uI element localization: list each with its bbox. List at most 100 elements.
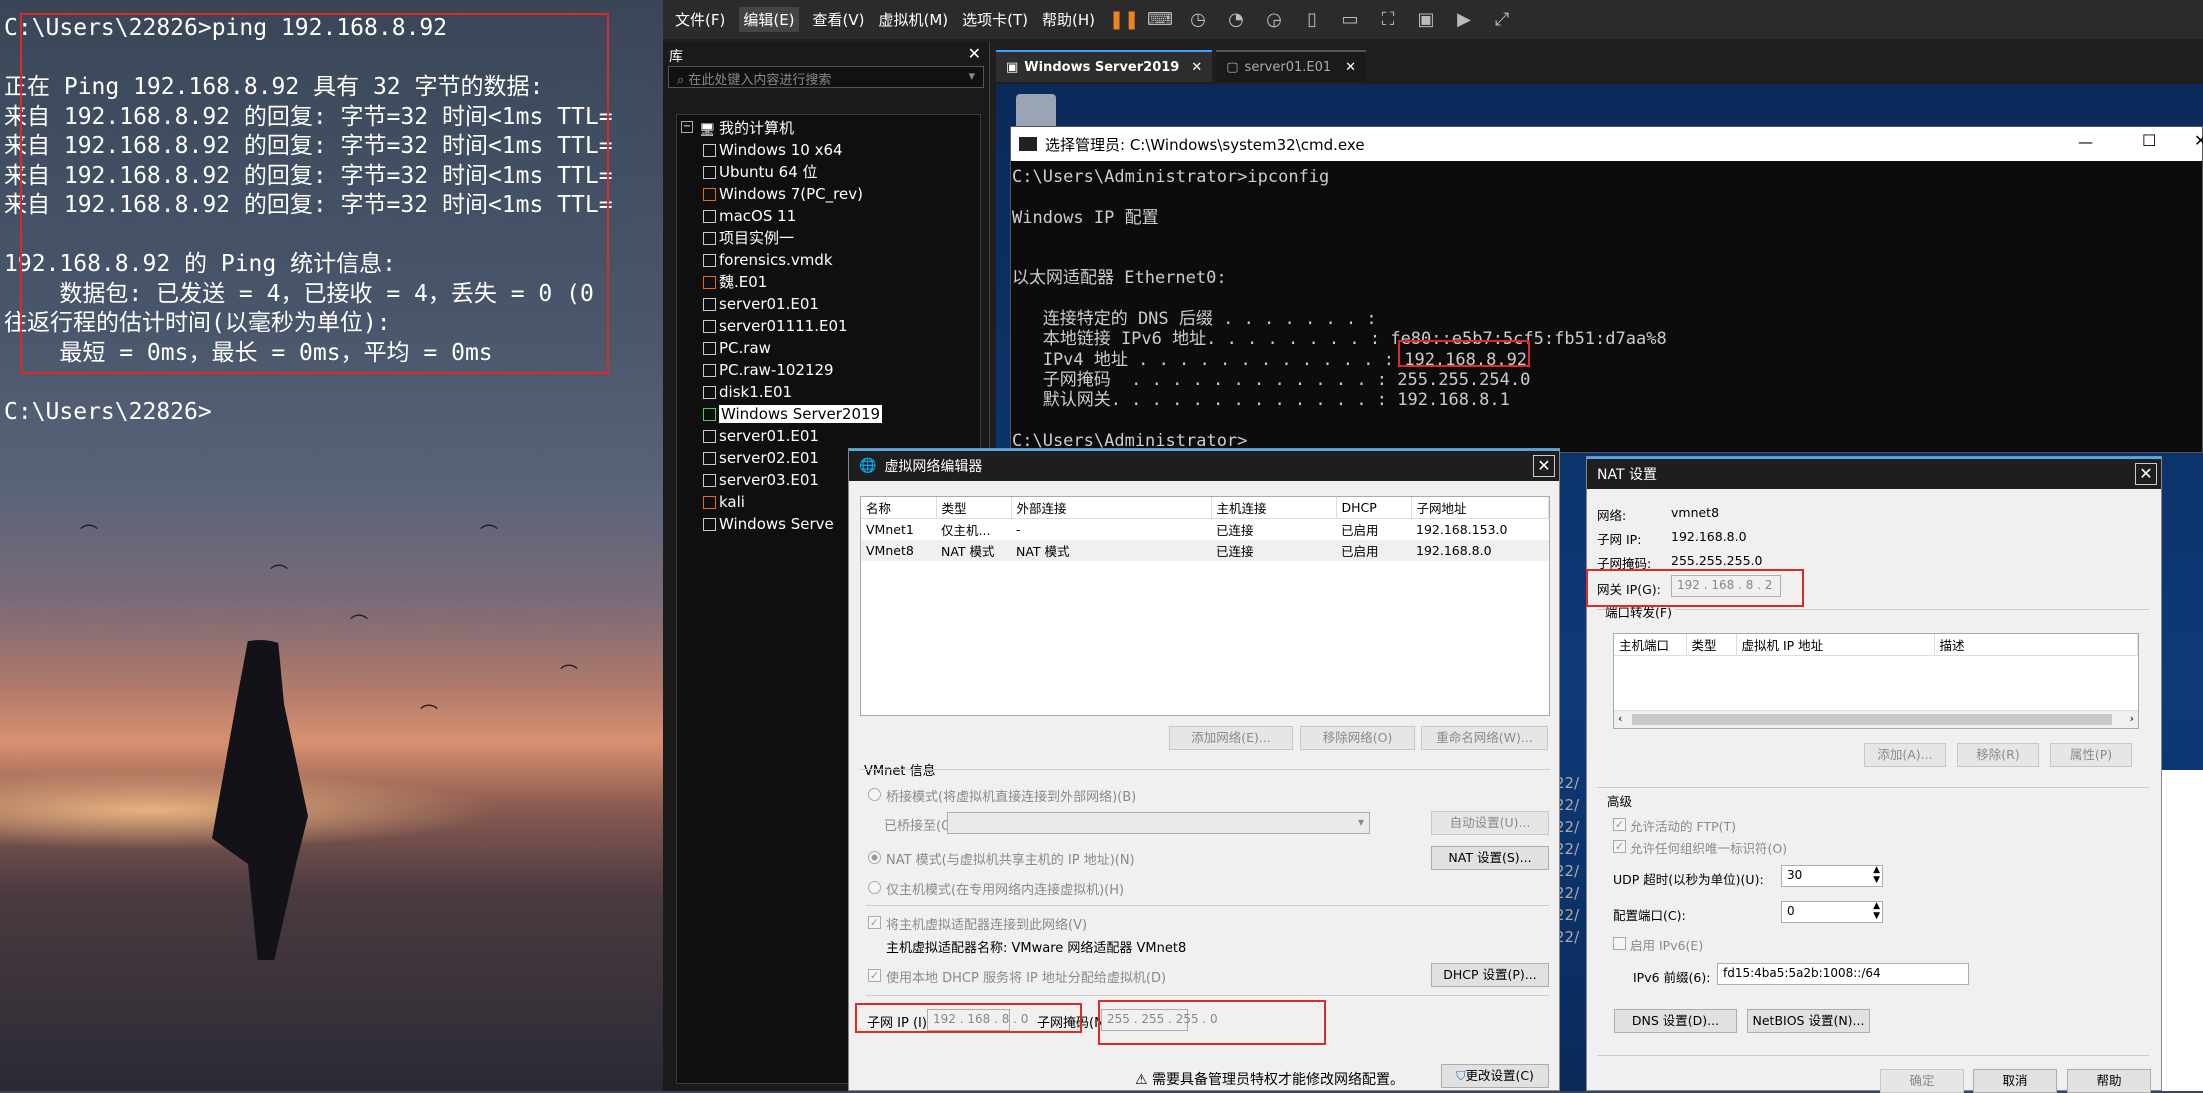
cmd-output[interactable]: C:\Users\Administrator>ipconfig Windows I… [1011,161,2202,451]
vne-titlebar[interactable]: 🌐 虚拟网络编辑器 ✕ [849,449,1559,481]
cmd-window[interactable]: 选择管理员: C:\Windows\system32\cmd.exe — ☐ ✕… [1010,126,2203,453]
ftp-checkbox[interactable]: ✓ [1613,818,1626,831]
send-keys-icon[interactable]: ⌨ [1147,9,1173,31]
table-row[interactable]: VMnet8 NAT 模式 NAT 模式 已连接 已启用 192.168.8.0 [861,540,1549,561]
table-row[interactable]: VMnet1 仅主机... - 已连接 已启用 192.168.153.0 [861,519,1549,541]
collapse-icon[interactable]: − [681,121,693,133]
cancel-button[interactable]: 取消 [1973,1069,2057,1093]
library-item[interactable]: disk1.E01 [677,381,980,403]
add-port-button[interactable]: 添加(A)... [1864,743,1946,767]
vm-icon [703,408,716,421]
change-settings-button[interactable]: ⛉更改设置(C) [1441,1064,1549,1088]
scrollbar-thumb[interactable] [1632,714,2112,725]
config-port-stepper[interactable]: 0 ▲ ▼ [1781,901,1883,923]
revert-icon[interactable]: ◔ [1223,9,1249,31]
udp-timeout-stepper[interactable]: 30 ▲ ▼ [1781,865,1883,887]
column-header[interactable]: DHCP [1336,497,1412,519]
nat-titlebar[interactable]: NAT 设置 ✕ [1587,457,2161,489]
library-item[interactable]: 项目实例一 [677,227,980,249]
column-header[interactable]: 子网地址 [1411,497,1549,519]
close-icon[interactable]: ✕ [1345,60,1356,75]
column-header[interactable]: 主机连接 [1211,497,1337,519]
library-item[interactable]: PC.raw-102129 [677,359,980,381]
dhcp-checkbox[interactable]: ✓ [868,969,881,982]
remove-port-button[interactable]: 移除(R) [1957,743,2039,767]
help-button[interactable]: 帮助 [2067,1069,2151,1093]
nat-settings-button[interactable]: NAT 设置(S)... [1431,846,1549,870]
bridged-to-select[interactable]: ▾ [947,812,1370,834]
auto-settings-button[interactable]: 自动设置(U)... [1431,811,1549,835]
chevron-right-icon[interactable]: › [2130,712,2134,725]
chevron-left-icon[interactable]: ‹ [1618,712,1622,725]
remove-network-button[interactable]: 移除网络(O) [1300,726,1415,750]
snapshot-icon[interactable]: ◷ [1185,9,1211,31]
cmd-line: C:\Users\Administrator>ipconfig [1012,167,1330,187]
minimize-icon[interactable]: — [2078,133,2093,151]
library-item[interactable]: 魏.E01 [677,271,980,293]
add-network-button[interactable]: 添加网络(E)... [1169,726,1293,750]
library-item[interactable]: forensics.vmdk [677,249,980,271]
console-icon[interactable]: ▶ [1451,9,1477,31]
unity-icon[interactable]: ▣ [1413,9,1439,31]
close-icon[interactable]: ✕ [968,44,981,63]
menu-vm[interactable]: 虚拟机(M) [879,9,949,30]
maximize-icon[interactable]: ☐ [2142,131,2156,150]
cmd-titlebar[interactable]: 选择管理员: C:\Windows\system32\cmd.exe — ☐ ✕ [1011,127,2203,161]
library-item[interactable]: server01111.E01 [677,315,980,337]
ipv6-prefix-input[interactable]: fd15:4ba5:5a2b:1008::/64 [1717,963,1969,985]
column-header[interactable]: 虚拟机 IP 地址 [1736,634,1935,656]
column-header[interactable]: 外部连接 [1011,497,1212,519]
close-icon[interactable]: ✕ [2194,131,2203,150]
bridge-radio[interactable] [868,788,881,801]
column-header[interactable]: 主机端口 [1614,634,1687,656]
column-header[interactable]: 名称 [861,497,937,519]
dhcp-settings-button[interactable]: DHCP 设置(P)... [1431,963,1549,987]
manage-snapshot-icon[interactable]: ◶ [1261,9,1287,31]
library-item[interactable]: Windows 7(PC_rev) [677,183,980,205]
menu-tabs[interactable]: 选项卡(T) [962,9,1028,30]
hostonly-radio[interactable] [868,881,881,894]
column-header[interactable]: 类型 [936,497,1012,519]
fullscreen-icon[interactable]: ⛶ [1375,9,1401,31]
menu-edit[interactable]: 编辑(E) [739,7,799,32]
oui-checkbox[interactable]: ✓ [1613,840,1626,853]
library-item[interactable]: server01.E01 [677,425,980,447]
tree-root[interactable]: − 🖥 我的计算机 [677,117,980,139]
pause-icon[interactable]: ❚❚ [1109,9,1139,31]
spin-arrows-icon[interactable]: ▲ ▼ [1873,901,1880,921]
library-item[interactable]: Windows 10 x64 [677,139,980,161]
close-icon[interactable]: ✕ [1533,455,1555,477]
tab-server01[interactable]: ▢ server01.E01 ✕ [1216,50,1367,82]
close-icon[interactable]: ✕ [2135,463,2157,485]
recycle-bin-icon[interactable] [1016,94,1056,130]
library-search-input[interactable]: ⌕ 在此处键入内容进行搜索 ▾ [668,66,984,88]
spin-arrows-icon[interactable]: ▲ ▼ [1873,865,1880,885]
connect-adapter-checkbox[interactable]: ✓ [868,916,881,929]
nat-radio[interactable] [868,851,881,864]
column-header[interactable]: 类型 [1686,634,1737,656]
dns-settings-button[interactable]: DNS 设置(D)... [1614,1009,1737,1033]
sidebar-view-icon[interactable]: ▯ [1299,9,1325,31]
rename-network-button[interactable]: 重命名网络(W)... [1421,726,1548,750]
highlight-box [1586,569,1804,607]
menu-file[interactable]: 文件(F) [675,9,725,30]
chevron-down-icon[interactable]: ▾ [968,69,975,84]
library-item[interactable]: macOS 11 [677,205,980,227]
globe-icon: 🌐 [859,458,877,474]
library-item[interactable]: server01.E01 [677,293,980,315]
tab-windows-server2019[interactable]: ▣ Windows Server2019 ✕ [996,50,1213,82]
menu-view[interactable]: 查看(V) [813,9,865,30]
port-properties-button[interactable]: 属性(P) [2050,743,2132,767]
library-item[interactable]: Windows Server2019 [677,403,980,425]
close-icon[interactable]: ✕ [1191,60,1202,75]
column-header[interactable]: 描述 [1934,634,2138,656]
horizontal-scrollbar[interactable]: ‹ › [1614,710,2138,728]
library-item[interactable]: Ubuntu 64 位 [677,161,980,183]
netbios-settings-button[interactable]: NetBIOS 设置(N)... [1747,1009,1870,1033]
stretch-icon[interactable]: ⤢ [1489,9,1515,31]
menu-help[interactable]: 帮助(H) [1042,9,1095,30]
library-item[interactable]: PC.raw [677,337,980,359]
tabs-view-icon[interactable]: ▭ [1337,9,1363,31]
ok-button[interactable]: 确定 [1880,1069,1964,1093]
ipv6-checkbox[interactable] [1613,937,1626,950]
